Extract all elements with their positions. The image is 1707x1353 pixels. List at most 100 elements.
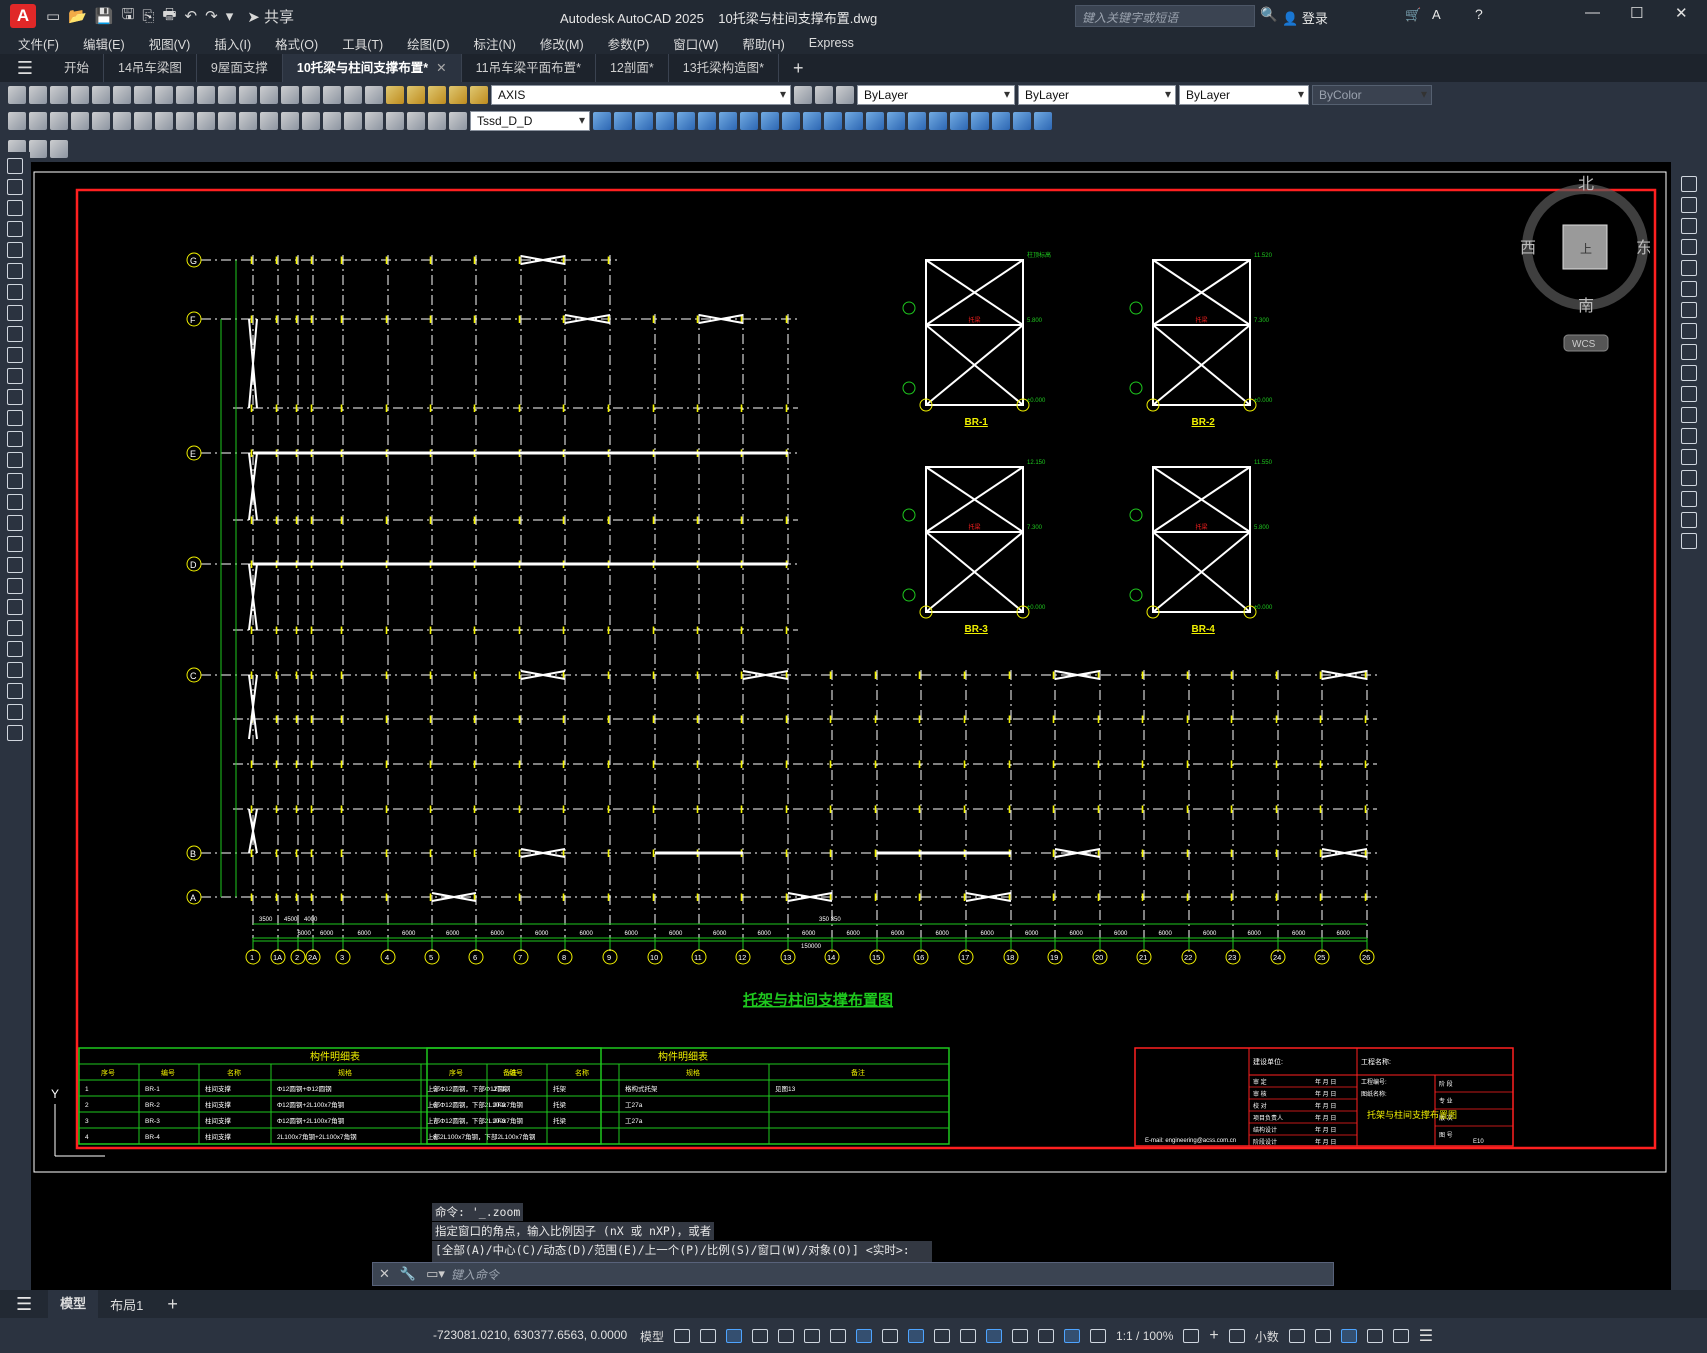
draw-tool-icon[interactable] — [7, 704, 23, 720]
menu-item[interactable]: 工具(T) — [342, 34, 383, 53]
add-layout-icon[interactable]: + — [155, 1294, 190, 1315]
modify-tool-icon[interactable] — [1681, 281, 1697, 297]
modify-tool-icon[interactable] — [1681, 344, 1697, 360]
menu-item[interactable]: 编辑(E) — [83, 34, 125, 53]
draw-tool-icon[interactable] — [7, 557, 23, 573]
draw-tool-icon[interactable] — [7, 284, 23, 300]
modify-tool-icon[interactable] — [698, 112, 716, 130]
minimize-button[interactable]: — — [1585, 4, 1600, 21]
lineweight-icon[interactable] — [882, 1329, 899, 1343]
dimension-tool-icon[interactable] — [407, 112, 425, 130]
dimension-tool-icon[interactable] — [449, 112, 467, 130]
modify-tool-icon[interactable] — [1681, 260, 1697, 276]
modify-tool-icon[interactable] — [593, 112, 611, 130]
modify-tool-icon[interactable] — [1681, 386, 1697, 402]
transparency-icon[interactable] — [908, 1329, 925, 1343]
draw-tool-icon[interactable] — [7, 515, 23, 531]
menu-item[interactable]: Express — [809, 36, 854, 50]
workspace-gear-icon[interactable] — [1183, 1329, 1200, 1343]
toolbar-tool-icon[interactable] — [92, 86, 110, 104]
modify-tool-icon[interactable] — [1681, 512, 1697, 528]
selection-cycling-icon[interactable] — [934, 1329, 951, 1343]
lineweight-dropdown[interactable]: ByLayer — [1179, 85, 1309, 105]
menu-item[interactable]: 文件(F) — [18, 34, 59, 53]
modify-tool-icon[interactable] — [929, 112, 947, 130]
dimension-tool-icon[interactable] — [386, 112, 404, 130]
model-tab[interactable]: 模型 — [48, 1290, 99, 1318]
modify-tool-icon[interactable] — [761, 112, 779, 130]
draw-tool-icon[interactable] — [7, 200, 23, 216]
modify-tool-icon[interactable] — [866, 112, 884, 130]
menu-item[interactable]: 修改(M) — [540, 34, 584, 53]
draw-tool-icon[interactable] — [7, 683, 23, 699]
draw-tool-icon[interactable] — [7, 578, 23, 594]
draw-tool-icon[interactable] — [7, 452, 23, 468]
color-dropdown[interactable]: ByLayer — [857, 85, 1015, 105]
share-button[interactable]: ➤ 共享 — [247, 6, 294, 27]
layer-tool-icon[interactable] — [407, 86, 425, 104]
modify-tool-icon[interactable] — [1681, 449, 1697, 465]
toolbar-tool-icon[interactable] — [71, 86, 89, 104]
modify-tool-icon[interactable] — [719, 112, 737, 130]
new-tab-icon[interactable]: + — [793, 58, 804, 79]
customize-status-icon[interactable]: ☰ — [1419, 1326, 1433, 1346]
modify-tool-icon[interactable] — [1681, 239, 1697, 255]
plot-icon[interactable]: 🖶 — [162, 4, 176, 29]
dimension-tool-icon[interactable] — [239, 112, 257, 130]
modify-tool-icon[interactable] — [1681, 302, 1697, 318]
menu-item[interactable]: 绘图(D) — [407, 34, 449, 53]
clean-screen-icon[interactable] — [1392, 1329, 1409, 1343]
menu-item[interactable]: 格式(O) — [275, 34, 318, 53]
dimension-tool-icon[interactable] — [29, 112, 47, 130]
toolbar-tool-icon[interactable] — [260, 86, 278, 104]
menu-item[interactable]: 窗口(W) — [673, 34, 718, 53]
draw-tool-icon[interactable] — [7, 410, 23, 426]
modify-tool-icon[interactable] — [1034, 112, 1052, 130]
layer-tool-icon[interactable] — [836, 86, 854, 104]
object-snap-icon[interactable] — [856, 1329, 873, 1343]
viewcube[interactable]: 上 北 南 东 西 WCS — [1520, 175, 1652, 355]
modify-tool-icon[interactable] — [950, 112, 968, 130]
layer-dropdown[interactable]: AXIS — [491, 85, 791, 105]
draw-tool-icon[interactable] — [7, 620, 23, 636]
draw-tool-icon[interactable] — [7, 368, 23, 384]
draw-tool-icon[interactable] — [7, 599, 23, 615]
dimension-tool-icon[interactable] — [155, 112, 173, 130]
annotation-monitor-icon[interactable]: + — [1209, 1327, 1218, 1345]
file-tab[interactable]: 13托梁构造图* — [669, 54, 780, 82]
toolbar-tool-icon[interactable] — [344, 86, 362, 104]
modify-tool-icon[interactable] — [1681, 323, 1697, 339]
layer-tool-icon[interactable] — [815, 86, 833, 104]
draw-tool-icon[interactable] — [7, 347, 23, 363]
command-line[interactable]: ✕ 🔧 ▭▾ 键入命令 — [372, 1262, 1334, 1286]
object-snap-tracking-icon[interactable] — [830, 1329, 847, 1343]
toolbar-tool-icon[interactable] — [239, 86, 257, 104]
menu-item[interactable]: 帮助(H) — [742, 34, 784, 53]
ortho-icon[interactable] — [752, 1329, 769, 1343]
draw-tool-icon[interactable] — [7, 263, 23, 279]
annotation-scale-dropdown[interactable]: 1:1 / 100% — [1116, 1329, 1173, 1343]
file-tab[interactable]: 9屋面支撑 — [197, 54, 283, 82]
modify-tool-icon[interactable] — [971, 112, 989, 130]
modify-tool-icon[interactable] — [1681, 470, 1697, 486]
modify-tool-icon[interactable] — [677, 112, 695, 130]
open-icon[interactable]: 📂 — [68, 7, 87, 25]
command-input[interactable]: 键入命令 — [451, 1266, 499, 1283]
modify-tool-icon[interactable] — [740, 112, 758, 130]
layer-tool-icon[interactable] — [449, 86, 467, 104]
layer-tool-icon[interactable] — [428, 86, 446, 104]
dimension-tool-icon[interactable] — [281, 112, 299, 130]
polar-icon[interactable] — [778, 1329, 795, 1343]
menu-item[interactable]: 标注(N) — [474, 34, 516, 53]
toolbar-tool-icon[interactable] — [197, 86, 215, 104]
autodesk-app-icon[interactable]: A — [1432, 7, 1441, 22]
gizmo-icon[interactable] — [1038, 1329, 1055, 1343]
menu-icon[interactable]: ☰ — [0, 58, 50, 79]
modify-tool-icon[interactable] — [782, 112, 800, 130]
wrench-icon[interactable]: 🔧 — [400, 1266, 416, 1282]
file-tab[interactable]: 11吊车梁平面布置* — [462, 54, 596, 82]
help-icon[interactable]: ? — [1475, 6, 1483, 22]
layer-tool-icon[interactable] — [470, 86, 488, 104]
redo-icon[interactable]: ↷ — [205, 7, 218, 25]
modify-tool-icon[interactable] — [1681, 428, 1697, 444]
